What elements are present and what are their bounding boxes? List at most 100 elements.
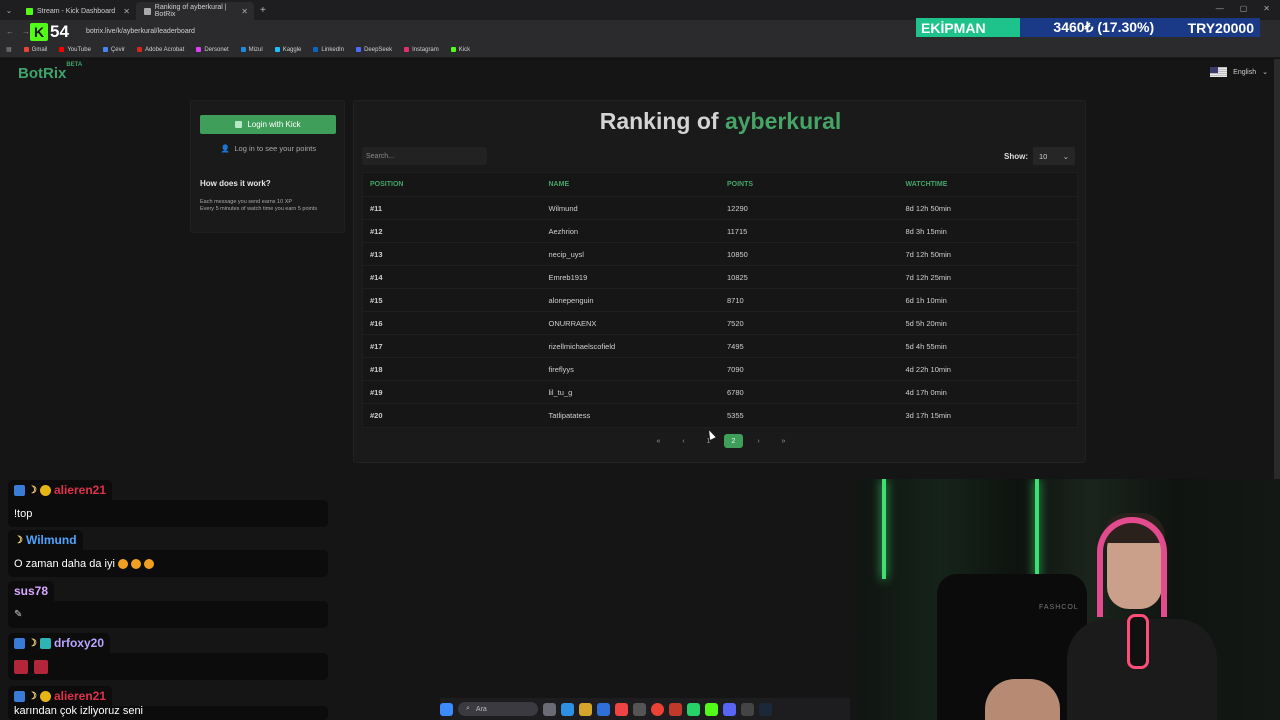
bookmark-linkedin[interactable]: LinkedIn xyxy=(313,47,344,53)
page-scrollbar[interactable] xyxy=(1274,59,1280,479)
close-tab-icon[interactable]: ✕ xyxy=(123,7,130,16)
chrome-icon[interactable] xyxy=(651,702,664,716)
bookmark-mizul[interactable]: Mizul xyxy=(240,47,263,53)
bookmark-cevir[interactable]: Çevir xyxy=(102,47,125,53)
tab-botrix-ranking[interactable]: Ranking of ayberkural | BotRix ✕ xyxy=(136,2,254,20)
login-with-kick-button[interactable]: Login with Kick xyxy=(200,115,336,134)
page-title: Ranking of ayberkural xyxy=(599,108,842,134)
table-row: #20 Tatlipatatess 5355 3d 17h 15min xyxy=(363,403,1077,426)
bookmark-youtube[interactable]: YouTube xyxy=(59,47,91,53)
goal-label: EKİPMAN xyxy=(916,18,1020,37)
chat-username: alieren21 xyxy=(53,689,107,703)
table-row: #14 Emreb1919 10825 7d 12h 25min xyxy=(363,265,1077,288)
emoji-icon xyxy=(130,558,141,569)
obs-icon[interactable] xyxy=(741,702,754,716)
microphone-icon xyxy=(1127,614,1149,669)
search-icon: ⌕ xyxy=(466,705,470,712)
moon-badge-icon: ☽ xyxy=(14,534,23,546)
stream-chat-overlay: ☽ alieren21 !top ☽ Wilmund O zaman daha … xyxy=(0,478,330,720)
maximize-icon[interactable]: ▢ xyxy=(1240,4,1248,13)
tab-search-icon[interactable]: ⌄ xyxy=(0,6,18,15)
new-tab-icon[interactable]: + xyxy=(260,5,266,16)
app-icon[interactable] xyxy=(633,702,646,716)
leaderboard-card: Ranking of ayberkural Search... Show: 10… xyxy=(353,100,1086,463)
emoji-icon xyxy=(117,558,128,569)
bookmark-kick[interactable]: Kick xyxy=(450,47,470,53)
bookmark-dersonet[interactable]: Dersonet xyxy=(196,47,229,53)
app-icon[interactable] xyxy=(669,702,682,716)
how-it-works-text: Each message you send earns 10 XP Every … xyxy=(200,199,318,212)
pagination: « ‹ 1 2 › » xyxy=(649,434,793,448)
chat-username: sus78 xyxy=(14,584,49,598)
chat-username: Wilmund xyxy=(25,533,77,547)
steam-icon[interactable] xyxy=(759,702,772,716)
chevron-down-icon: ⌄ xyxy=(1262,69,1268,76)
store-icon[interactable] xyxy=(597,702,610,716)
kick-icon[interactable] xyxy=(705,702,718,716)
bookmark-instagram[interactable]: Instagram xyxy=(404,47,439,53)
url-field[interactable]: botrix.live/k/ayberkural/leaderboard xyxy=(86,28,195,35)
kick-viewer-overlay: K 54 xyxy=(30,22,69,42)
tab-kick-dashboard[interactable]: Stream - Kick Dashboard ✕ xyxy=(18,2,136,20)
discord-icon[interactable] xyxy=(723,702,736,716)
beta-badge: BETA xyxy=(66,62,83,68)
edge-icon[interactable] xyxy=(561,702,574,716)
back-icon[interactable]: ← xyxy=(6,27,16,36)
search-input[interactable]: Search... xyxy=(362,147,487,165)
whatsapp-icon[interactable] xyxy=(687,702,700,716)
emote-icon xyxy=(34,659,48,674)
dersonet-icon xyxy=(196,47,202,52)
bookmark-kaggle[interactable]: Kaggle xyxy=(274,47,301,53)
page-2-button[interactable]: 2 xyxy=(724,434,743,448)
next-page-button[interactable]: › xyxy=(749,434,768,448)
chat-message: sus78 ✎ xyxy=(8,581,328,628)
close-window-icon[interactable]: ✕ xyxy=(1263,4,1270,13)
chat-message: ☽ alieren21 !top xyxy=(8,480,328,527)
see-points-link[interactable]: 👤 Log in to see your points xyxy=(191,144,346,153)
task-view-icon[interactable] xyxy=(543,702,556,716)
bookmark-adobe[interactable]: Adobe Acrobat xyxy=(136,47,184,53)
minimize-icon[interactable]: — xyxy=(1216,4,1224,13)
bookmark-gmail[interactable]: Gmail xyxy=(23,47,47,53)
column-points[interactable]: POINTS xyxy=(720,181,899,188)
deepseek-icon xyxy=(356,47,362,52)
bookmarks-bar: ▦ Gmail YouTube Çevir Adobe Acrobat Ders… xyxy=(0,42,1280,58)
instagram-icon xyxy=(404,47,410,52)
botrix-logo[interactable]: BotRixBETA xyxy=(18,62,83,82)
verified-badge-icon xyxy=(14,484,25,496)
kick-icon xyxy=(235,121,243,128)
column-watchtime[interactable]: WATCHTIME xyxy=(899,181,1078,188)
language-selector[interactable]: English ⌄ xyxy=(1210,67,1268,77)
chat-username: alieren21 xyxy=(53,483,107,497)
bookmark-deepseek[interactable]: DeepSeek xyxy=(356,47,392,53)
emote-icon: ✎ xyxy=(14,609,23,620)
how-it-works-heading: How does it work? xyxy=(200,179,271,188)
file-explorer-icon[interactable] xyxy=(579,702,592,716)
close-tab-icon[interactable]: ✕ xyxy=(241,7,248,16)
chat-text: ✎ xyxy=(8,601,328,628)
kick-logo-icon: K xyxy=(30,23,48,41)
column-position[interactable]: POSITION xyxy=(363,181,542,188)
tab-title: Stream - Kick Dashboard xyxy=(37,7,116,15)
column-name[interactable]: NAME xyxy=(542,181,721,188)
apps-icon[interactable]: ▦ xyxy=(6,46,12,53)
table-row: #17 rizellmichaelscofield 7495 5d 4h 55min xyxy=(363,334,1077,357)
chevron-down-icon: ⌄ xyxy=(1062,151,1069,161)
first-page-button[interactable]: « xyxy=(649,434,668,448)
start-icon[interactable] xyxy=(440,702,453,716)
botrix-favicon-icon xyxy=(144,7,151,15)
moon-badge-icon: ☽ xyxy=(28,690,37,702)
prev-page-button[interactable]: ‹ xyxy=(674,434,693,448)
acrobat-icon xyxy=(136,47,142,52)
taskbar-search[interactable]: ⌕ Ara xyxy=(458,702,538,716)
app-icon[interactable] xyxy=(615,702,628,716)
window-controls: — ▢ ✕ xyxy=(1216,4,1270,13)
goal-progress: 3460₺ (17.30%) xyxy=(1053,19,1155,35)
verified-badge-icon xyxy=(14,637,25,649)
moon-badge-icon: ☽ xyxy=(28,637,37,649)
last-page-button[interactable]: » xyxy=(774,434,793,448)
gift-badge-icon xyxy=(39,637,51,649)
chat-message: ☽ alieren21 karından çok izliyoruz seni xyxy=(8,686,328,720)
chat-text: !top xyxy=(8,500,328,527)
entries-per-page-select[interactable]: 10 ⌄ xyxy=(1033,147,1075,165)
